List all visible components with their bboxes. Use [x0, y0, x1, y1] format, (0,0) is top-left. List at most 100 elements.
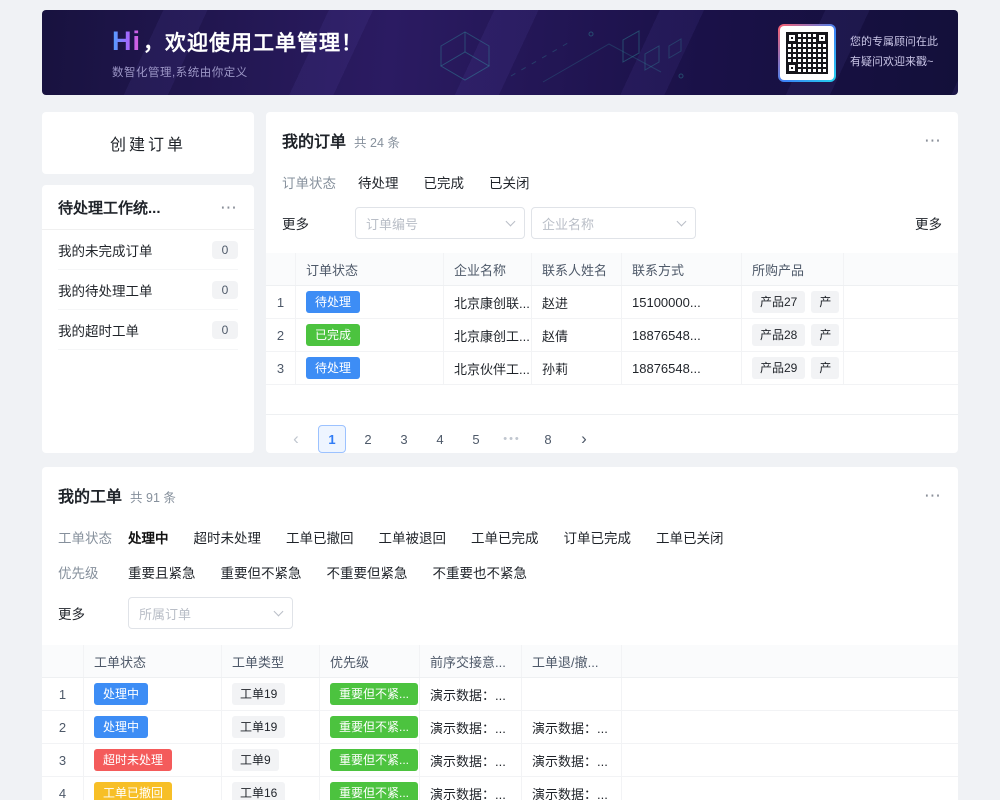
row-index: 2: [42, 711, 84, 743]
company-cell: 北京伙伴工...: [444, 352, 532, 384]
priority-badge: 重要但不紧...: [330, 683, 418, 705]
workorder-row[interactable]: 3 超时未处理 工单9 重要但不紧... 演示数据：... 演示数据：...: [42, 744, 958, 777]
stat-overtime-workorders[interactable]: 我的超时工单 0: [58, 310, 238, 350]
more-icon[interactable]: ⋯: [924, 132, 942, 149]
retreat-note-cell: 演示数据：...: [522, 777, 622, 800]
order-status-badge: 待处理: [306, 357, 360, 379]
consultant-line1: 您的专属顾问在此: [850, 33, 938, 53]
order-row[interactable]: 2 已完成 北京康创工... 赵倩 18876548... 产品28 产: [266, 319, 958, 352]
my-orders-panel: 我的订单 共 24 条 ⋯ 订单状态 待处理 已完成 已关闭 更多 订单编号 企…: [266, 112, 958, 453]
filter-label: 工单状态: [58, 527, 128, 547]
header-wo-type: 工单类型: [222, 645, 320, 677]
row-index: 1: [42, 678, 84, 710]
more-filters-toggle[interactable]: 更多: [282, 213, 309, 233]
orders-table-header: 订单状态 企业名称 联系人姓名 联系方式 所购产品: [266, 253, 958, 286]
filter-option-finished[interactable]: 已完成: [424, 172, 465, 192]
priority-option-1[interactable]: 重要且紧急: [128, 562, 196, 582]
row-index: 4: [42, 777, 84, 800]
priority-option-3[interactable]: 不重要但紧急: [327, 562, 408, 582]
page-button-2[interactable]: 2: [354, 425, 382, 453]
welcome-banner: Hi，欢迎使用工单管理！ 数智化管理,系统由你定义 您的专属顾问在此 有疑问欢迎…: [42, 10, 958, 95]
table-empty-space: [266, 385, 958, 415]
order-row[interactable]: 1 待处理 北京康创联... 赵进 15100000... 产品27 产: [266, 286, 958, 319]
stat-pending-workorders[interactable]: 我的待处理工单 0: [58, 270, 238, 310]
stat-unfinished-orders[interactable]: 我的未完成订单 0: [58, 230, 238, 270]
chevron-down-icon: [506, 216, 516, 226]
filter-option-pending[interactable]: 待处理: [358, 172, 399, 192]
filter-option-closed[interactable]: 已关闭: [489, 172, 530, 192]
stat-label: 我的待处理工单: [58, 280, 153, 300]
parent-order-select[interactable]: 所属订单: [128, 597, 293, 629]
select-placeholder: 所属订单: [139, 604, 275, 623]
more-filters-toggle[interactable]: 更多: [58, 603, 128, 623]
banner-decoration-graphic: [423, 10, 723, 95]
priority-badge: 重要但不紧...: [330, 749, 418, 771]
banner-greeting-hi: Hi: [112, 26, 141, 56]
create-order-button[interactable]: 创建订单: [42, 112, 254, 174]
banner-text-block: Hi，欢迎使用工单管理！ 数智化管理,系统由你定义: [42, 26, 363, 80]
stat-label: 我的未完成订单: [58, 240, 153, 260]
pre-note-cell: 演示数据：...: [420, 678, 522, 710]
row-index: 2: [266, 319, 296, 351]
filter-label: 优先级: [58, 562, 128, 582]
stat-count-badge: 0: [212, 241, 238, 259]
filter-option-returned[interactable]: 工单被退回: [379, 527, 447, 547]
company-name-select[interactable]: 企业名称: [531, 207, 696, 239]
pre-note-cell: 演示数据：...: [420, 711, 522, 743]
page: Hi，欢迎使用工单管理！ 数智化管理,系统由你定义 您的专属顾问在此 有疑问欢迎…: [0, 0, 1000, 800]
select-placeholder: 订单编号: [366, 214, 507, 233]
retreat-note-cell: 演示数据：...: [522, 744, 622, 776]
wo-status-badge: 工单已撤回: [94, 782, 172, 800]
wo-status-badge: 处理中: [94, 683, 148, 705]
header-order-status: 订单状态: [296, 253, 444, 285]
filter-option-order-finished[interactable]: 订单已完成: [564, 527, 632, 547]
workorder-row[interactable]: 2 处理中 工单19 重要但不紧... 演示数据：... 演示数据：...: [42, 711, 958, 744]
contact-cell: 赵倩: [532, 319, 622, 351]
product-tag: 产: [811, 324, 839, 346]
page-button-8[interactable]: 8: [534, 425, 562, 453]
order-status-filter: 订单状态 待处理 已完成 已关闭: [266, 172, 958, 191]
order-row[interactable]: 3 待处理 北京伙伴工... 孙莉 18876548... 产品29 产: [266, 352, 958, 385]
filter-option-overtime[interactable]: 超时未处理: [194, 527, 262, 547]
priority-option-4[interactable]: 不重要也不紧急: [433, 562, 528, 582]
my-workorders-panel: 我的工单 共 91 条 ⋯ 工单状态 处理中 超时未处理 工单已撤回 工单被退回…: [42, 467, 958, 800]
filter-option-wo-closed[interactable]: 工单已关闭: [656, 527, 724, 547]
row-index: 3: [266, 352, 296, 384]
wo-status-badge: 处理中: [94, 716, 148, 738]
wo-type-tag: 工单9: [232, 749, 279, 771]
priority-option-2[interactable]: 重要但不紧急: [221, 562, 302, 582]
contact-cell: 赵进: [532, 286, 622, 318]
page-button-1[interactable]: 1: [318, 425, 346, 453]
consultant-note: 您的专属顾问在此 有疑问欢迎来戳~: [850, 33, 938, 73]
product-tag: 产: [811, 291, 839, 313]
prev-page-button[interactable]: ‹: [282, 425, 310, 453]
next-page-button[interactable]: ›: [570, 425, 598, 453]
chevron-down-icon: [677, 216, 687, 226]
filter-option-withdrawn[interactable]: 工单已撤回: [286, 527, 354, 547]
header-contact-name: 联系人姓名: [532, 253, 622, 285]
filter-option-processing[interactable]: 处理中: [128, 527, 169, 547]
page-button-4[interactable]: 4: [426, 425, 454, 453]
workorders-panel-title: 我的工单: [58, 483, 122, 507]
more-link[interactable]: 更多: [915, 213, 942, 233]
workorder-row[interactable]: 1 处理中 工单19 重要但不紧... 演示数据：...: [42, 678, 958, 711]
page-button-5[interactable]: 5: [462, 425, 490, 453]
more-icon[interactable]: ⋯: [220, 199, 238, 216]
page-button-3[interactable]: 3: [390, 425, 418, 453]
priority-filter: 优先级 重要且紧急 重要但不紧急 不重要但紧急 不重要也不紧急: [42, 562, 958, 581]
stat-label: 我的超时工单: [58, 320, 139, 340]
more-icon[interactable]: ⋯: [924, 487, 942, 504]
qr-code: [778, 24, 836, 82]
company-cell: 北京康创联...: [444, 286, 532, 318]
banner-right-block: 您的专属顾问在此 有疑问欢迎来戳~: [778, 24, 958, 82]
workorder-row[interactable]: 4 工单已撤回 工单16 重要但不紧... 演示数据：... 演示数据：...: [42, 777, 958, 800]
filter-option-wo-finished[interactable]: 工单已完成: [471, 527, 539, 547]
workorders-table-header: 工单状态 工单类型 优先级 前序交接意... 工单退/撤...: [42, 645, 958, 678]
retreat-note-cell: [522, 678, 622, 710]
pre-note-cell: 演示数据：...: [420, 744, 522, 776]
orders-pagination: ‹ 1 2 3 4 5 ••• 8 ›: [266, 425, 958, 453]
order-number-select[interactable]: 订单编号: [355, 207, 525, 239]
orders-count: 共 24 条: [354, 132, 400, 151]
priority-badge: 重要但不紧...: [330, 782, 418, 800]
wo-type-tag: 工单19: [232, 683, 285, 705]
